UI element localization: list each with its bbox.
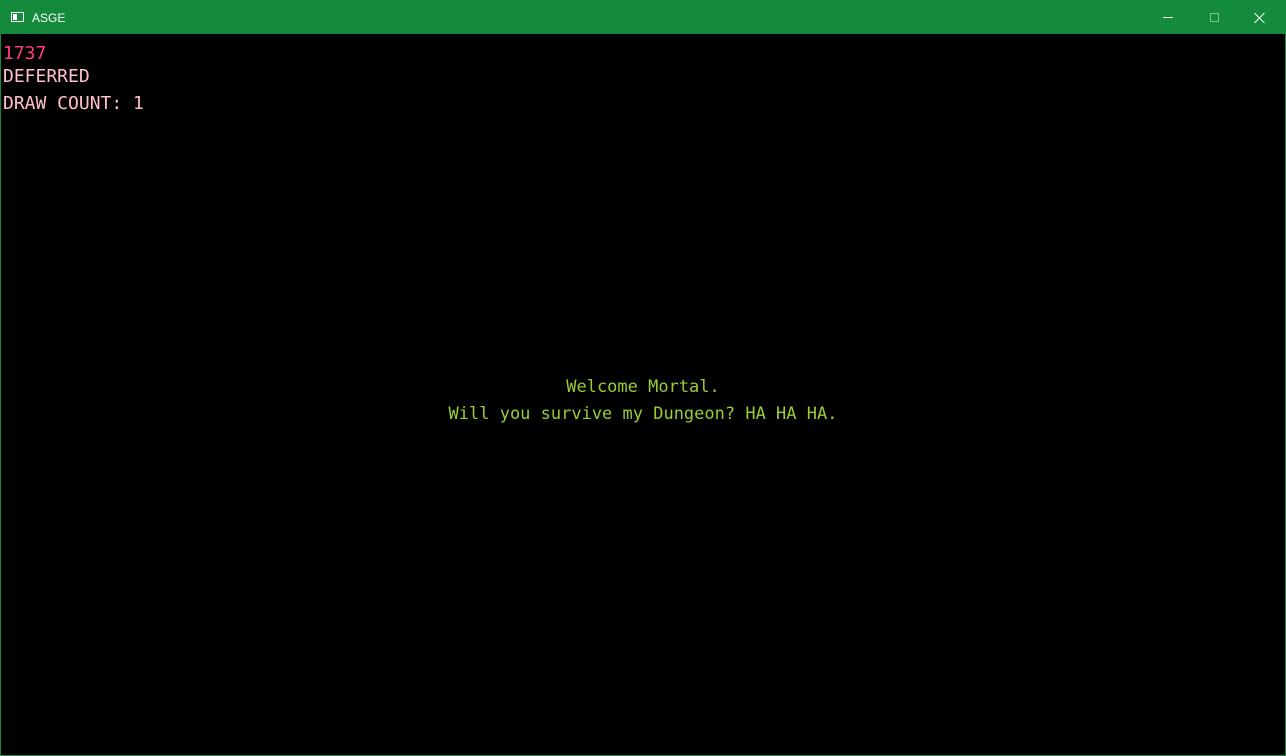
title-bar[interactable]: ASGE	[1, 1, 1285, 34]
maximize-button[interactable]	[1191, 1, 1237, 34]
close-button[interactable]	[1237, 1, 1283, 34]
draw-count-label: DRAW COUNT: 1	[3, 93, 144, 114]
close-icon	[1254, 12, 1266, 24]
game-viewport[interactable]: 1737 DEFERRED DRAW COUNT: 1 Welcome Mort…	[1, 34, 1285, 755]
window-title: ASGE	[32, 11, 66, 25]
dungeon-taunt-message: Will you survive my Dungeon? HA HA HA.	[448, 404, 838, 424]
render-mode-label: DEFERRED	[3, 66, 90, 87]
maximize-icon	[1209, 13, 1219, 22]
game-window: ASGE 1737 DEFERRED DRAW COUNT: 1 Welcome…	[0, 0, 1286, 756]
minimize-icon	[1163, 17, 1173, 18]
fps-counter: 1737	[3, 43, 47, 64]
app-window-icon	[11, 12, 24, 22]
welcome-message: Welcome Mortal.	[566, 377, 720, 397]
minimize-button[interactable]	[1145, 1, 1191, 34]
